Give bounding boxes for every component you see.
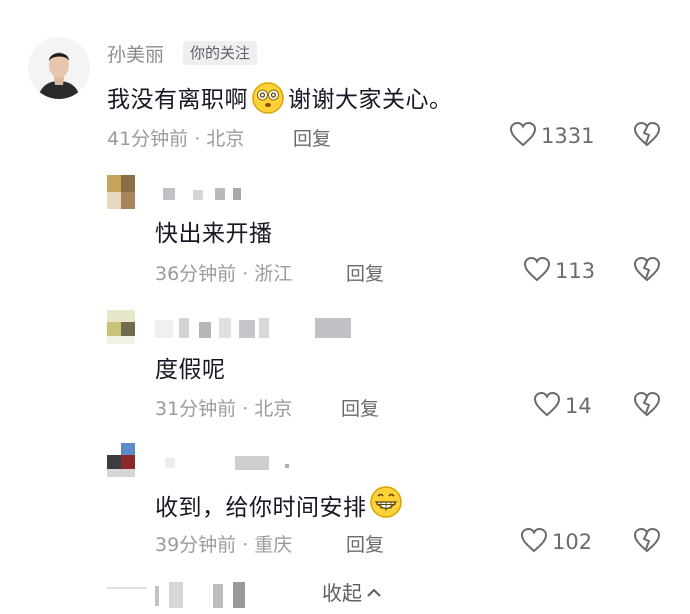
like-count-3: 102 [552, 530, 593, 554]
divider-line [107, 587, 147, 589]
reply-text-2: 度假呢 [155, 357, 226, 383]
broken-heart-icon [633, 527, 661, 557]
like-button-1[interactable]: 113 [523, 256, 595, 286]
reply-meta-1: 36分钟前 · 浙江 [155, 263, 293, 285]
collapse-button[interactable]: 收起 [322, 577, 382, 606]
username[interactable]: 孙美丽 [107, 40, 164, 67]
dislike-button-3[interactable] [633, 527, 661, 557]
dizzy-face-emoji [251, 81, 285, 121]
comment-text-part2: 谢谢大家关心。 [288, 87, 453, 113]
grinning-face-emoji [369, 485, 403, 525]
dislike-button[interactable] [633, 121, 661, 151]
broken-heart-icon [633, 391, 661, 421]
like-button-2[interactable]: 14 [533, 391, 592, 421]
reply-meta-2: 31分钟前 · 北京 [155, 398, 293, 420]
avatar-reply-1[interactable] [107, 175, 135, 209]
comment-meta: 41分钟前 · 北京 [107, 128, 245, 150]
reply-button-2[interactable]: 回复 [341, 394, 379, 421]
reply-button[interactable]: 回复 [293, 124, 331, 151]
collapse-label: 收起 [322, 581, 362, 605]
reply-text-3: 收到，给你时间安排 [155, 485, 406, 525]
dislike-button-2[interactable] [633, 391, 661, 421]
avatar-reply-2[interactable] [107, 310, 135, 344]
avatar-main-user[interactable] [28, 37, 90, 99]
masked-username-1[interactable] [155, 182, 255, 216]
following-badge: 你的关注 [183, 41, 258, 65]
masked-username-2[interactable] [155, 314, 355, 348]
heart-outline-icon [523, 256, 551, 286]
broken-heart-icon [633, 121, 661, 151]
reply-button-1[interactable]: 回复 [346, 259, 384, 286]
comment-text-part1: 我没有离职啊 [107, 87, 248, 113]
like-count-1: 113 [555, 259, 596, 283]
reply-meta-3: 39分钟前 · 重庆 [155, 534, 293, 556]
comment-text: 我没有离职啊 谢谢大家关心。 [107, 80, 453, 121]
like-count-2: 14 [565, 394, 592, 418]
heart-outline-icon [533, 391, 561, 421]
masked-username-3[interactable] [155, 450, 295, 484]
reply-text-3-content: 收到，给你时间安排 [155, 495, 367, 521]
heart-outline-icon [509, 121, 537, 151]
dislike-button-1[interactable] [633, 256, 661, 286]
reply-text-1: 快出来开播 [155, 221, 273, 247]
like-count: 1331 [541, 124, 595, 148]
like-button[interactable]: 1331 [509, 121, 594, 151]
reply-button-3[interactable]: 回复 [346, 530, 384, 557]
like-button-3[interactable]: 102 [520, 527, 592, 557]
heart-outline-icon [520, 527, 548, 557]
avatar-reply-3[interactable] [107, 443, 135, 477]
chevron-up-icon [366, 580, 382, 604]
masked-username-4 [155, 580, 295, 614]
broken-heart-icon [633, 256, 661, 286]
